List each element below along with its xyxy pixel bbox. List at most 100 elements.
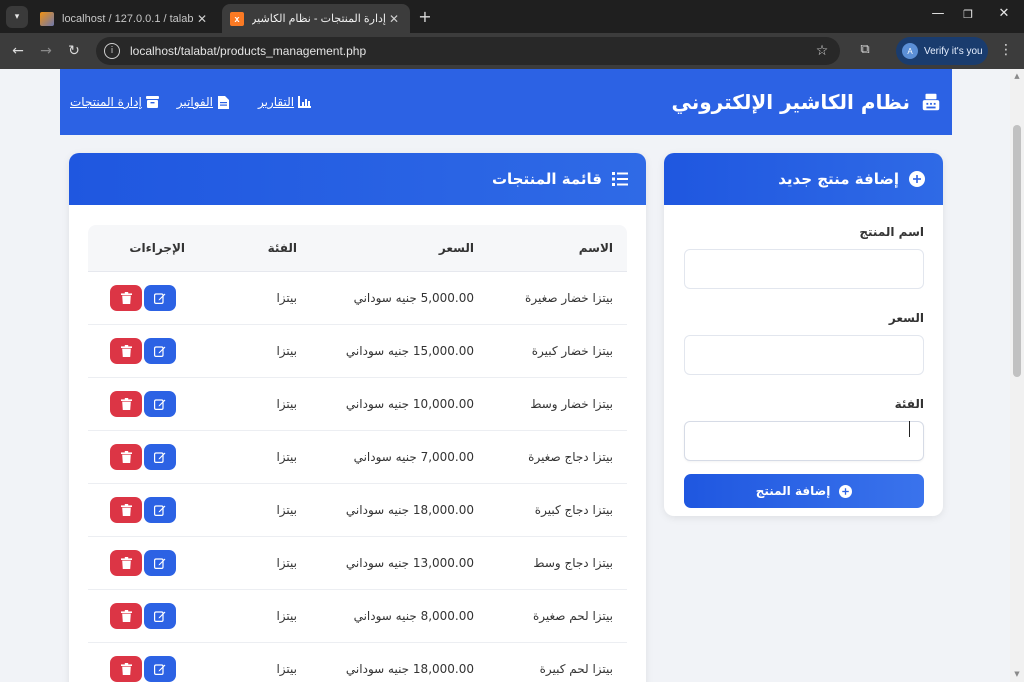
reload-icon[interactable]: ↻ [64,41,84,61]
delete-product-button[interactable] [110,602,142,629]
add-product-title: إضافة منتج جديد [778,170,899,188]
restore-icon[interactable]: ❐ [958,8,978,21]
edit-product-button[interactable] [144,390,176,417]
edit-product-button[interactable] [144,602,176,629]
tab-close-icon[interactable]: ✕ [386,12,402,26]
table-row: بيتزا لحم كبيرة 18,000.00 جنيه سوداني بيتز… [88,642,627,682]
forward-icon[interactable]: → [36,41,56,61]
scrollbar-thumb[interactable] [1013,125,1021,377]
back-icon[interactable]: ← [8,41,28,61]
column-header-category: الفئة [199,225,311,272]
profile-verify-button[interactable]: A Verify it's you [896,37,988,65]
new-tab-icon[interactable]: + [416,7,434,26]
extensions-icon[interactable]: ⧉ [856,42,874,60]
edit-icon [154,398,166,410]
edit-product-button[interactable] [144,337,176,364]
product-category-cell: بيتزا [199,536,311,590]
nav-link-invoices[interactable]: الفواتير [177,95,230,109]
products-list-title: قائمة المنتجات [491,170,602,188]
xampp-favicon-icon: x [230,11,244,26]
product-price-cell: 18,000.00 جنيه سوداني [311,483,488,537]
product-actions-cell [88,324,199,378]
delete-product-button[interactable] [110,549,142,576]
row-actions [102,549,185,576]
nav-link-reports[interactable]: التقارير [257,95,312,109]
profile-avatar-icon: A [902,43,918,59]
category-label: الفئة [894,397,924,411]
table-row: بيتزا دجاج كبيرة 18,000.00 جنيه سوداني بيت… [88,483,627,537]
delete-product-button[interactable] [110,337,142,364]
address-bar[interactable]: i localhost/talabat/products_management.… [96,37,840,65]
tab-title: إدارة المنتجات - نظام الكاشير الإل [252,13,386,25]
price-input[interactable] [684,335,924,375]
add-product-button[interactable]: إضافة المنتج [684,474,924,508]
row-actions [102,284,185,311]
delete-product-button[interactable] [110,390,142,417]
cash-register-icon [920,91,942,113]
bookmark-star-icon[interactable]: ☆ [810,43,834,59]
nav-link-products[interactable]: إدارة المنتجات [70,95,159,109]
text-caret [909,421,910,437]
plus-circle-icon [838,484,852,498]
edit-product-button[interactable] [144,284,176,311]
browser-tab-products[interactable]: x إدارة المنتجات - نظام الكاشير الإل ✕ [222,4,410,33]
trash-icon [120,556,132,569]
row-actions [102,496,185,523]
product-name-input[interactable] [684,249,924,289]
site-info-icon[interactable]: i [104,43,120,59]
trash-icon [120,503,132,516]
product-name-cell: بيتزا دجاج وسط [488,536,627,590]
product-price-cell: 5,000.00 جنيه سوداني [311,271,488,325]
products-list-card: قائمة المنتجات الاسم السعر الفئة الإجراء… [69,153,646,682]
scroll-up-icon[interactable]: ▲ [1013,72,1021,80]
browser-menu-icon[interactable]: ⋮ [998,42,1014,58]
browser-tab-phpmyadmin[interactable]: localhost / 127.0.0.1 / talabat_d ✕ [32,4,218,33]
product-name-cell: بيتزا لحم صغيرة [488,589,627,643]
product-name-label: اسم المنتج [859,225,924,239]
box-icon [145,96,159,109]
delete-product-button[interactable] [110,443,142,470]
table-row: بيتزا دجاج وسط 13,000.00 جنيه سوداني بيتزا [88,536,627,590]
verify-label: Verify it's you [924,45,983,57]
product-category-cell: بيتزا [199,642,311,682]
product-actions-cell [88,536,199,590]
list-icon [612,171,628,187]
edit-icon [154,504,166,516]
edit-product-button[interactable] [144,549,176,576]
column-header-actions: الإجراءات [88,225,199,272]
product-category-cell: بيتزا [199,589,311,643]
product-category-cell: بيتزا [199,483,311,537]
trash-icon [120,397,132,410]
nav-link-label: التقارير [257,95,295,109]
edit-product-button[interactable] [144,443,176,470]
delete-product-button[interactable] [110,655,142,682]
minimize-icon[interactable]: — [928,6,948,21]
edit-product-button[interactable] [144,496,176,523]
add-product-form: اسم المنتج السعر الفئة إضافة المنتج [664,205,943,508]
window-close-icon[interactable]: ✕ [994,6,1014,21]
edit-icon [154,663,166,675]
product-category-cell: بيتزا [199,324,311,378]
nav-link-label: الفواتير [176,95,213,109]
edit-product-button[interactable] [144,655,176,682]
product-price-cell: 13,000.00 جنيه سوداني [311,536,488,590]
table-row: بيتزا لحم صغيرة 8,000.00 جنيه سوداني بيتزا [88,589,627,643]
tab-close-icon[interactable]: ✕ [194,12,210,26]
product-actions-cell [88,377,199,431]
delete-product-button[interactable] [110,284,142,311]
price-label: السعر [888,311,924,325]
row-actions [102,443,185,470]
products-list-header: قائمة المنتجات [69,153,646,205]
row-actions [102,337,185,364]
table-row: بيتزا خضار وسط 10,000.00 جنيه سوداني بيتزا [88,377,627,431]
products-table: الاسم السعر الفئة الإجراءات بيتزا خضار ص… [88,225,627,682]
nav-links: التقارير الفواتير إدارة المنتجات [70,95,312,109]
tab-search-icon[interactable]: ▾ [6,6,28,28]
delete-product-button[interactable] [110,496,142,523]
category-input[interactable] [684,421,924,461]
app-brand[interactable]: نظام الكاشير الإلكتروني [671,90,942,114]
scroll-down-icon[interactable]: ▼ [1013,670,1021,678]
chart-icon [298,96,312,109]
trash-icon [120,450,132,463]
browser-tabbar: ▾ localhost / 127.0.0.1 / talabat_d ✕ x … [0,0,1024,33]
